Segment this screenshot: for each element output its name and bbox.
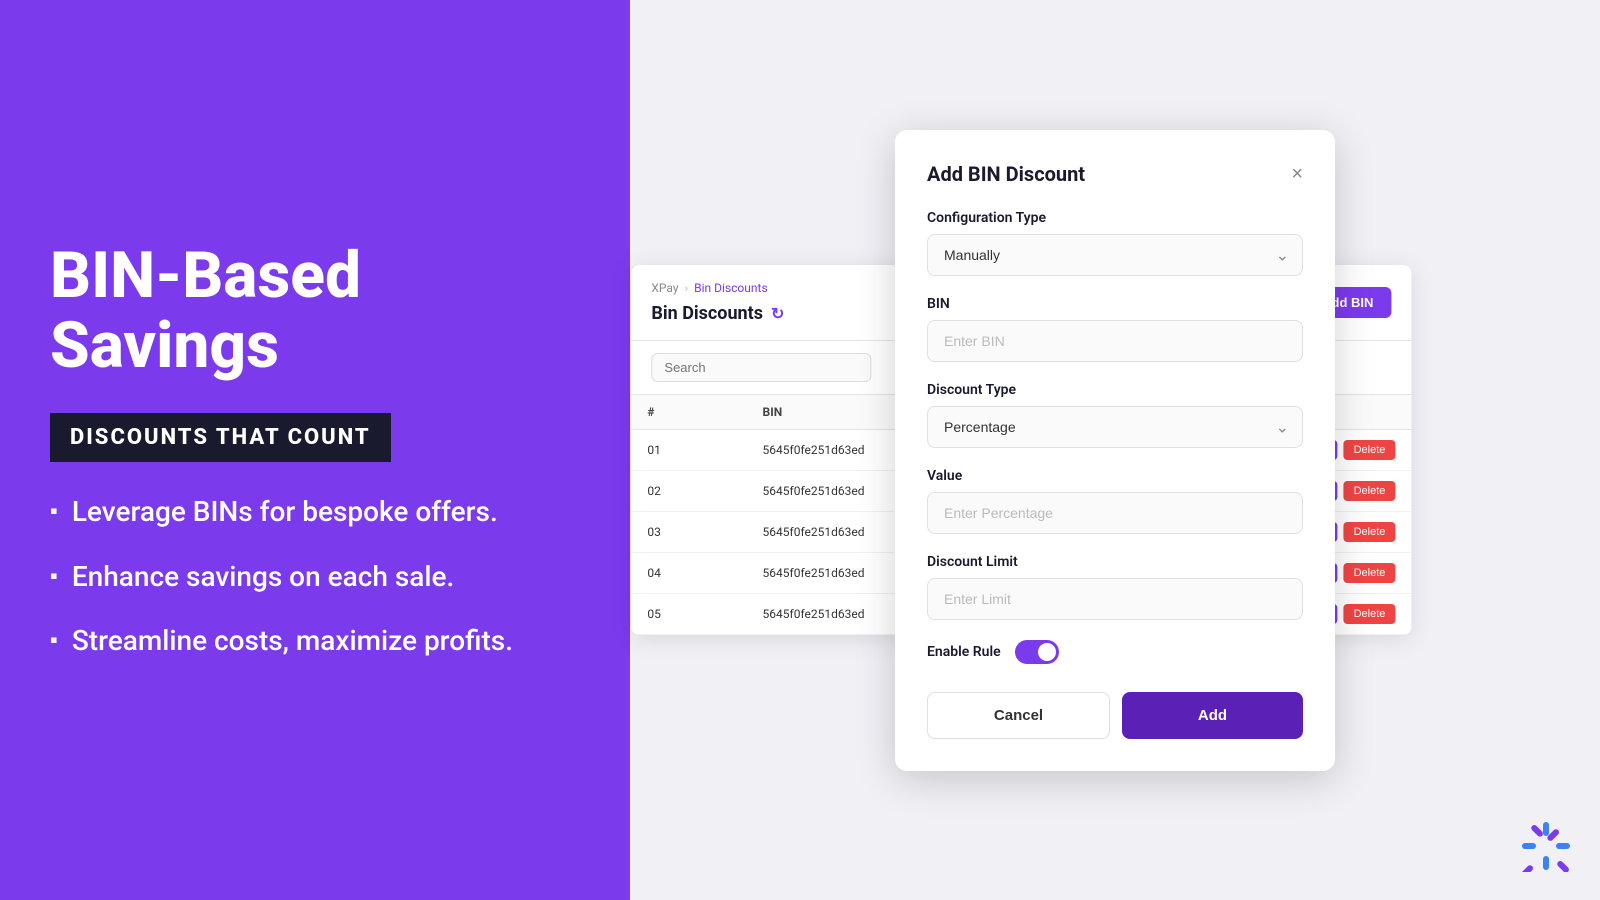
bin-input[interactable]	[927, 320, 1303, 362]
config-type-label: Configuration Type	[927, 210, 1303, 226]
value-label: Value	[927, 468, 1303, 484]
discount-type-select[interactable]: Percentage Fixed	[927, 406, 1303, 448]
modal-footer: Cancel Add	[927, 692, 1303, 739]
enable-rule-toggle[interactable]	[1015, 640, 1059, 664]
modal-overlay: Add BIN Discount × Configuration Type Ma…	[630, 0, 1600, 900]
add-button[interactable]: Add	[1122, 692, 1303, 739]
enable-rule-label: Enable Rule	[927, 644, 1001, 660]
discount-limit-label: Discount Limit	[927, 554, 1303, 570]
discount-limit-group: Discount Limit	[927, 554, 1303, 620]
main-heading: BIN-Based Savings	[50, 241, 580, 382]
discount-type-select-wrapper: Percentage Fixed ⌄	[927, 406, 1303, 448]
bin-label: BIN	[927, 296, 1303, 312]
left-panel: BIN-Based Savings DISCOUNTS THAT COUNT L…	[0, 0, 630, 900]
config-type-select-wrapper: Manually Automatic ⌄	[927, 234, 1303, 276]
cancel-button[interactable]: Cancel	[927, 692, 1110, 739]
discount-limit-input[interactable]	[927, 578, 1303, 620]
value-input[interactable]	[927, 492, 1303, 534]
right-panel: XPay › Bin Discounts Bin Discounts ↻ Add…	[630, 0, 1600, 900]
add-bin-discount-modal: Add BIN Discount × Configuration Type Ma…	[895, 130, 1335, 771]
discount-type-group: Discount Type Percentage Fixed ⌄	[927, 382, 1303, 448]
badge-text: DISCOUNTS THAT COUNT	[50, 413, 391, 462]
config-type-select[interactable]: Manually Automatic	[927, 234, 1303, 276]
enable-rule-row: Enable Rule	[927, 640, 1303, 664]
bullet-item-3: Streamline costs, maximize profits.	[50, 623, 580, 659]
config-type-group: Configuration Type Manually Automatic ⌄	[927, 210, 1303, 276]
close-button[interactable]: ×	[1291, 164, 1303, 184]
discount-type-label: Discount Type	[927, 382, 1303, 398]
modal-header: Add BIN Discount ×	[927, 162, 1303, 186]
bullet-item-1: Leverage BINs for bespoke offers.	[50, 494, 580, 530]
value-group: Value	[927, 468, 1303, 534]
modal-title: Add BIN Discount	[927, 162, 1085, 186]
bullet-item-2: Enhance savings on each sale.	[50, 559, 580, 595]
bin-group: BIN	[927, 296, 1303, 362]
bullet-list: Leverage BINs for bespoke offers. Enhanc…	[50, 494, 580, 659]
